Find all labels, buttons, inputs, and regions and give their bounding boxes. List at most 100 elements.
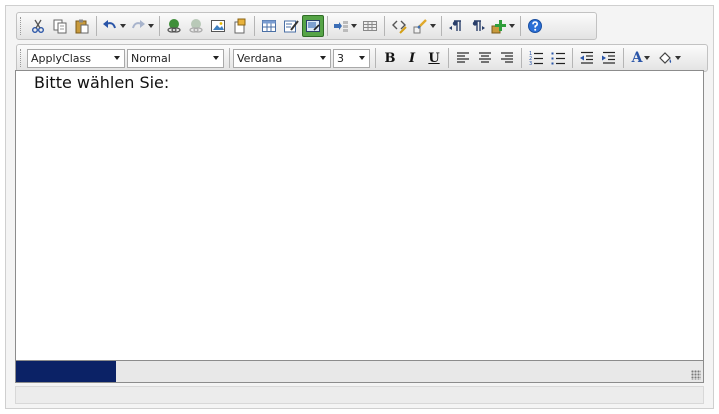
paragraph-style-dropdown[interactable]: Normal (127, 48, 224, 68)
redo-button[interactable] (128, 15, 156, 37)
grid-button[interactable] (359, 15, 381, 37)
text-color-button[interactable]: A (627, 47, 655, 69)
document-manager-button[interactable] (229, 15, 251, 37)
indent-icon (601, 50, 617, 66)
text-color-icon: A (631, 50, 643, 66)
toolbar-grip[interactable] (20, 49, 24, 67)
font-name-dropdown[interactable]: Verdana (233, 48, 331, 68)
progress-fill (16, 361, 116, 382)
plus-icon (491, 18, 507, 34)
copy-button[interactable] (49, 15, 71, 37)
link-icon (166, 18, 182, 34)
image-manager-button[interactable] (207, 15, 229, 37)
undo-icon (102, 18, 118, 34)
numbered-list-button[interactable]: 123 (525, 47, 547, 69)
pilcrow-right-icon (470, 18, 486, 34)
copy-icon (52, 18, 68, 34)
toolbar-separator (375, 48, 376, 68)
main-toolbar (16, 12, 597, 40)
toolbar-separator (327, 16, 328, 36)
chevron-down-icon (351, 24, 357, 28)
paragraph-ltr-button[interactable] (445, 15, 467, 37)
unlink-icon (188, 18, 204, 34)
toolbar-separator (448, 48, 449, 68)
underline-icon: U (428, 50, 440, 66)
toolbar-separator (623, 48, 624, 68)
insert-field-button[interactable] (331, 15, 359, 37)
toolbar-separator (254, 16, 255, 36)
chevron-down-icon (148, 24, 154, 28)
chevron-down-icon (114, 56, 120, 60)
toolbar-separator (441, 16, 442, 36)
chevron-down-icon (359, 56, 365, 60)
form-element-button[interactable] (280, 15, 302, 37)
background-color-button[interactable] (655, 47, 683, 69)
help-icon (527, 18, 543, 34)
font-name-value: Verdana (237, 51, 283, 65)
toolbar-separator (229, 48, 230, 68)
align-right-icon (499, 50, 515, 66)
indent-button[interactable] (598, 47, 620, 69)
chevron-down-icon (213, 56, 219, 60)
undo-button[interactable] (100, 15, 128, 37)
table-icon (261, 18, 277, 34)
help-button[interactable] (524, 15, 546, 37)
font-size-value: 3 (337, 51, 344, 65)
paragraph-style-value: Normal (131, 51, 171, 65)
align-left-icon (455, 50, 471, 66)
resize-grip-icon[interactable] (691, 370, 701, 380)
paint-bucket-icon (657, 50, 673, 66)
bullet-list-button[interactable] (547, 47, 569, 69)
pilcrow-left-icon (448, 18, 464, 34)
scissors-icon (30, 18, 46, 34)
numbered-list-icon: 123 (528, 50, 544, 66)
redo-icon (130, 18, 146, 34)
paste-button[interactable] (71, 15, 93, 37)
paragraph-rtl-button[interactable] (467, 15, 489, 37)
toolbar-separator (572, 48, 573, 68)
editor-content-text[interactable]: Bitte wählen Sie: (34, 73, 169, 92)
chevron-down-icon (675, 56, 681, 60)
toolbar-separator (159, 16, 160, 36)
toolbar-separator (521, 48, 522, 68)
svg-text:3: 3 (529, 61, 532, 66)
grid-icon (362, 18, 378, 34)
insert-field-icon (333, 18, 349, 34)
image-icon (210, 18, 226, 34)
chevron-down-icon (644, 56, 651, 60)
chevron-down-icon (320, 56, 326, 60)
image-edit-icon (305, 18, 321, 34)
toolbar-grip[interactable] (20, 17, 24, 35)
custom-plugin-button[interactable] (489, 15, 517, 37)
bold-icon: B (384, 50, 396, 66)
apply-class-value: ApplyClass (31, 51, 91, 65)
toolbar-separator (520, 16, 521, 36)
toolbar-separator (96, 16, 97, 36)
align-left-button[interactable] (452, 47, 474, 69)
underline-button[interactable]: U (423, 47, 445, 69)
italic-button[interactable]: I (401, 47, 423, 69)
html-snippet-button[interactable] (388, 15, 410, 37)
apply-class-dropdown[interactable]: ApplyClass (27, 48, 125, 68)
insert-table-button[interactable] (258, 15, 280, 37)
chevron-down-icon (430, 24, 436, 28)
align-center-icon (477, 50, 493, 66)
hyperlink-button[interactable] (163, 15, 185, 37)
content-editor[interactable]: Bitte wählen Sie: (15, 70, 704, 361)
document-icon (232, 18, 248, 34)
toolbar-separator (384, 16, 385, 36)
tag-icon (391, 18, 407, 34)
chevron-down-icon (120, 24, 126, 28)
bold-button[interactable]: B (379, 47, 401, 69)
font-size-dropdown[interactable]: 3 (333, 48, 370, 68)
align-right-button[interactable] (496, 47, 518, 69)
align-center-button[interactable] (474, 47, 496, 69)
brush-icon (412, 18, 428, 34)
cut-button[interactable] (27, 15, 49, 37)
outdent-button[interactable] (576, 47, 598, 69)
remove-link-button[interactable] (185, 15, 207, 37)
mode-bar (15, 386, 704, 404)
image-edit-button[interactable] (302, 15, 324, 37)
bullet-list-icon (550, 50, 566, 66)
format-stripper-button[interactable] (410, 15, 438, 37)
